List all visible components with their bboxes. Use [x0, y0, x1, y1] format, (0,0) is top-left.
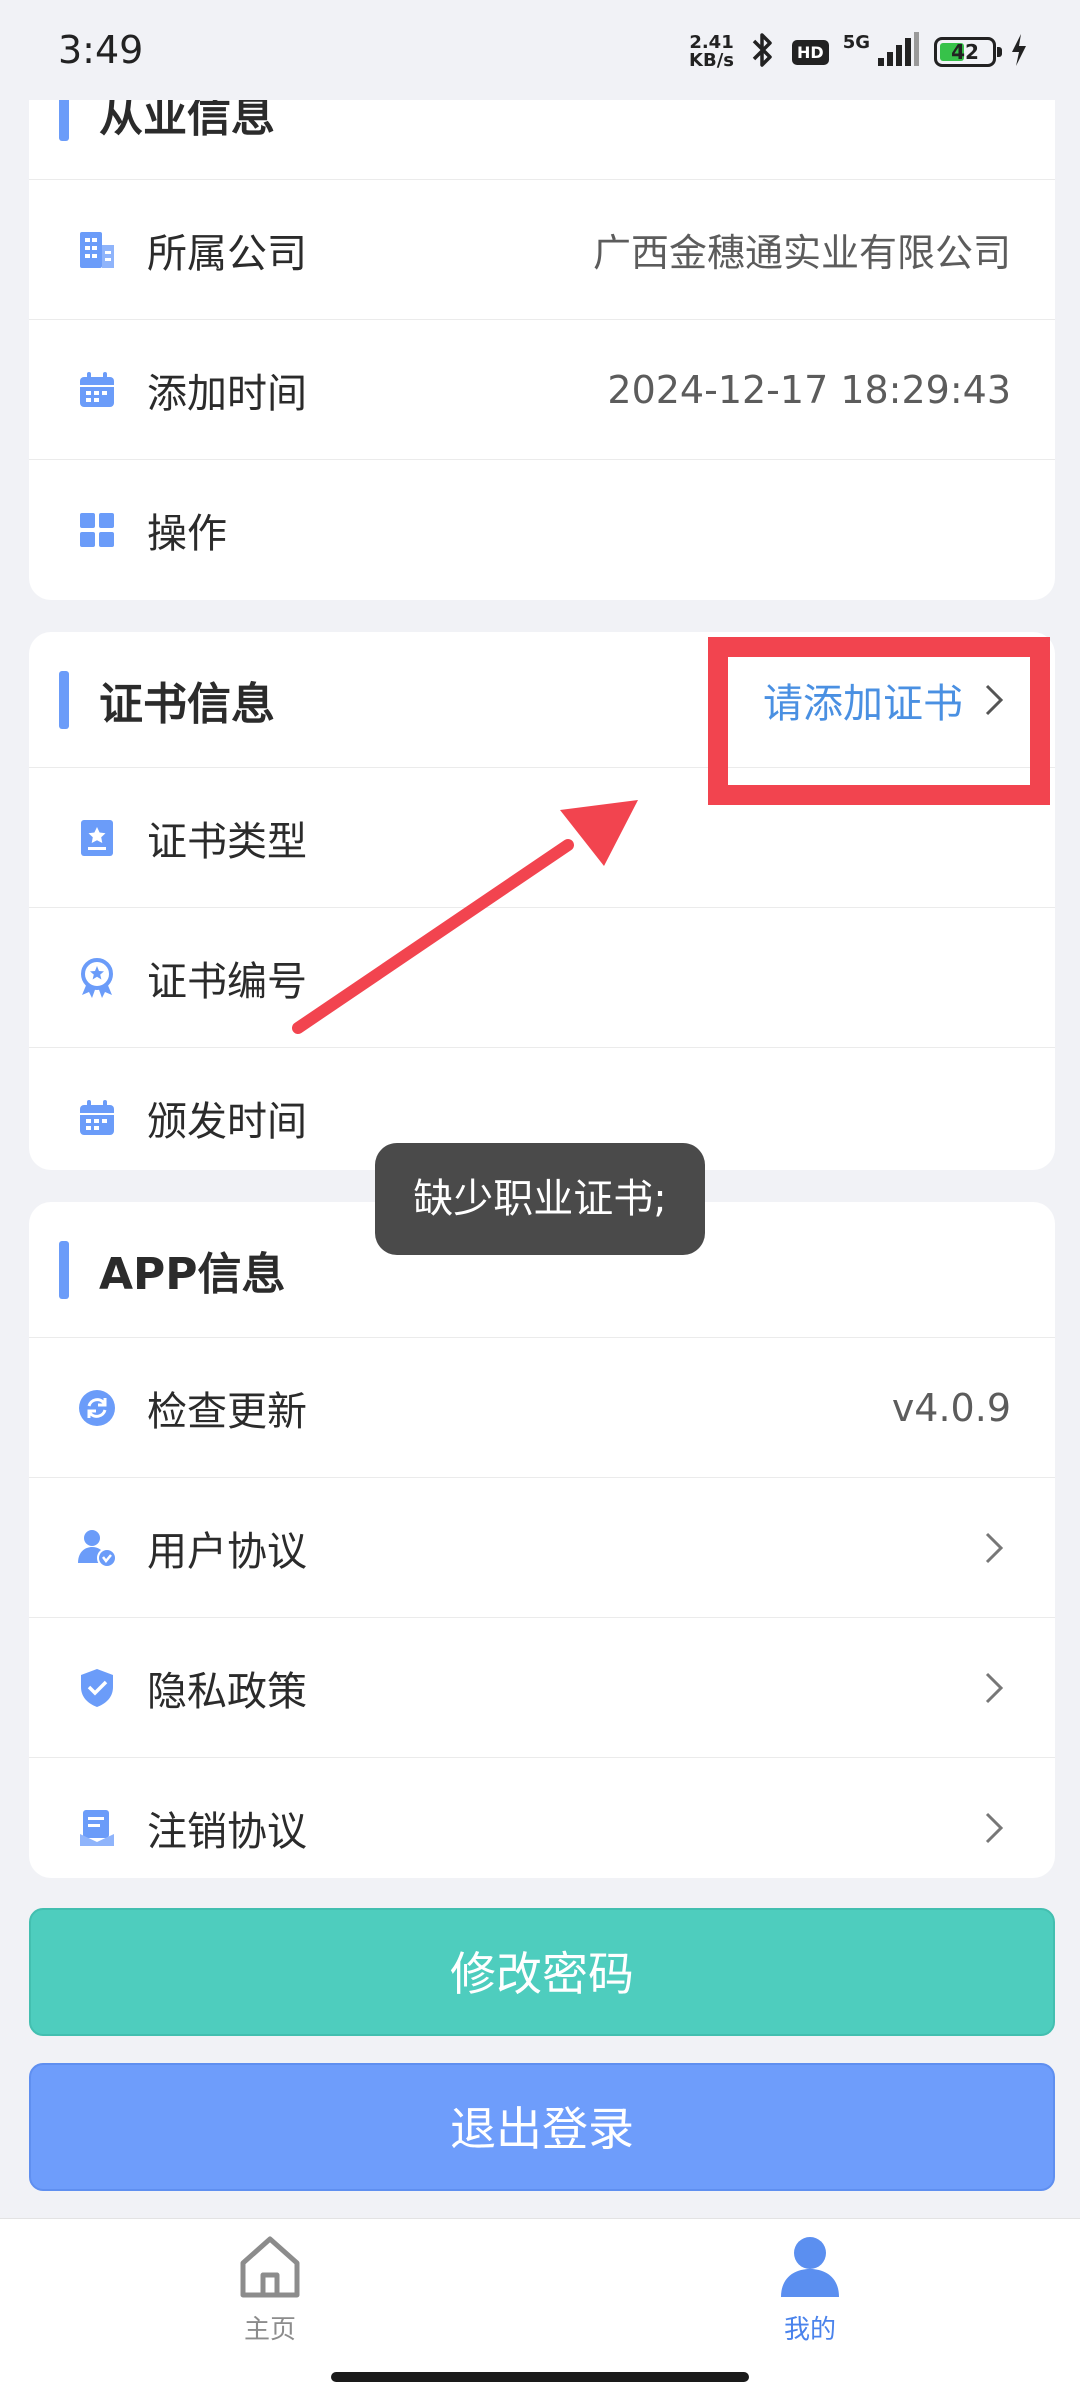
calendar-icon [75, 1096, 119, 1140]
status-bar: 3:49 2.41 KB/s HD 5G 42 [0, 0, 1080, 100]
logout-button[interactable]: 退出登录 [29, 2063, 1055, 2191]
grid-icon [75, 508, 119, 552]
hd-badge: HD [792, 39, 829, 65]
certificate-number-row: 证书编号 [29, 908, 1055, 1048]
battery-icon: 42 [934, 37, 1002, 67]
calendar-icon [75, 368, 119, 412]
certificate-number-label: 证书编号 [147, 958, 307, 1005]
certificate-info-title: 证书信息 [99, 678, 275, 730]
version-value: v4.0.9 [891, 1385, 1011, 1430]
nav-home[interactable]: 主页 [190, 2231, 350, 2346]
change-password-button[interactable]: 修改密码 [29, 1908, 1055, 2036]
nav-mine[interactable]: 我的 [730, 2231, 890, 2346]
issue-date-label: 颁发时间 [147, 1099, 307, 1145]
gesture-home-bar [331, 2372, 749, 2382]
user-agreement-label: 用户协议 [147, 1528, 307, 1575]
charging-icon [1010, 33, 1028, 71]
nav-home-label: 主页 [243, 2315, 296, 2345]
operation-label: 操作 [147, 511, 227, 557]
added-time-value: 2024-12-17 18:29:43 [607, 367, 1011, 412]
company-value: 广西金穗通实业有限公司 [592, 231, 1011, 275]
shield-check-icon [75, 1666, 119, 1710]
company-row: 所属公司 广西金穗通实业有限公司 [29, 180, 1055, 320]
certificate-type-label: 证书类型 [147, 818, 307, 865]
network-speed-unit: KB/s [689, 50, 735, 71]
added-time-label: 添加时间 [147, 370, 307, 417]
company-label: 所属公司 [147, 230, 307, 277]
status-icons: 2.41 KB/s HD 5G 42 [689, 30, 1028, 74]
title-accent-bar [59, 670, 69, 729]
chevron-right-icon [985, 1812, 1004, 1844]
chevron-right-icon [985, 1532, 1004, 1563]
network-type: 5G [842, 31, 870, 53]
cancel-agreement-label: 注销协议 [147, 1809, 307, 1855]
chevron-right-icon [985, 1672, 1004, 1703]
privacy-policy-label: 隐私政策 [147, 1668, 307, 1715]
title-accent-bar [59, 1240, 69, 1299]
user-verified-icon [75, 1526, 119, 1570]
building-icon [75, 228, 119, 272]
app-info-title: APP信息 [99, 1248, 286, 1300]
status-time: 3:49 [58, 28, 144, 72]
check-update-label: 检查更新 [147, 1388, 307, 1435]
user-icon [781, 2237, 839, 2297]
nav-mine-label: 我的 [783, 2315, 836, 2345]
employment-info-card: 从业信息 所属公司 广西金穗通实业有限公司 添加时间 2024-12-17 18… [29, 44, 1055, 600]
home-icon [240, 2236, 300, 2298]
refresh-icon [75, 1386, 119, 1430]
network-speed: 2.41 KB/s [689, 34, 734, 70]
bluetooth-icon [748, 30, 778, 74]
added-time-row: 添加时间 2024-12-17 18:29:43 [29, 320, 1055, 460]
signal-icon [876, 32, 920, 72]
user-agreement-row[interactable]: 用户协议 [29, 1478, 1055, 1618]
privacy-policy-row[interactable]: 隐私政策 [29, 1618, 1055, 1758]
cancel-agreement-row[interactable]: 注销协议 [29, 1758, 1055, 1878]
app-info-card: APP信息 检查更新 v4.0.9 用户协议 隐私政策 注销协议 [29, 1202, 1055, 1878]
document-icon [75, 1806, 119, 1850]
check-update-row[interactable]: 检查更新 v4.0.9 [29, 1338, 1055, 1478]
operation-row[interactable]: 操作 [29, 460, 1055, 600]
certificate-icon [75, 816, 119, 860]
annotation-highlight-box [708, 637, 1050, 805]
battery-level: 42 [951, 40, 979, 64]
award-badge-icon [75, 956, 119, 1000]
toast-message: 缺少职业证书; [375, 1143, 705, 1255]
